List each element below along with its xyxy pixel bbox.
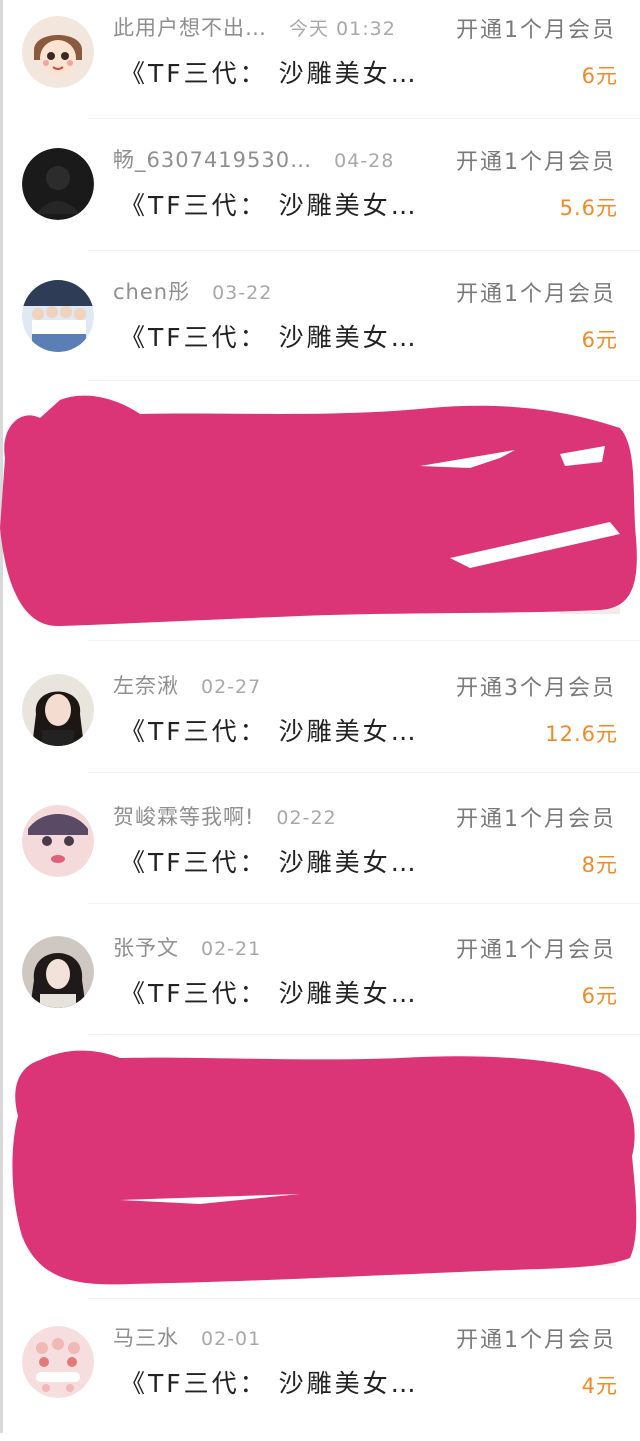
dark-photo-avatar-icon[interactable] <box>22 148 94 220</box>
username[interactable]: chen彤 <box>113 280 190 304</box>
girl-portrait-avatar-icon[interactable] <box>22 674 94 746</box>
divider <box>88 380 640 381</box>
divider <box>88 250 640 251</box>
price-label: 12.6元 <box>545 722 618 746</box>
timestamp: 02-22 <box>276 807 337 829</box>
divider <box>88 118 640 119</box>
username[interactable]: 马三水 <box>113 1326 179 1350</box>
purchase-item[interactable]: 贺峻霖等我啊! 02-22 《TF三代： 沙雕美女… 开通1个月会员 8元 <box>0 789 640 920</box>
divider <box>88 772 640 773</box>
username[interactable]: 张予文 <box>113 936 179 960</box>
work-title[interactable]: 《TF三代： 沙雕美女… <box>120 318 419 354</box>
timestamp: 02-01 <box>201 1328 262 1350</box>
membership-plan: 开通1个月会员 <box>456 282 616 307</box>
price-label: 8元 <box>581 853 618 877</box>
redaction-scribble <box>0 388 640 634</box>
username[interactable]: 畅_6307419530… <box>113 148 312 172</box>
work-title[interactable]: 《TF三代： 沙雕美女… <box>120 843 419 879</box>
username[interactable]: 此用户想不出… <box>113 16 267 40</box>
divider <box>88 640 640 641</box>
purchase-item[interactable]: 畅_6307419530… 04-28 《TF三代： 沙雕美女… 开通1个月会员 … <box>0 132 640 263</box>
membership-plan: 开通3个月会员 <box>456 676 616 701</box>
purchase-item[interactable]: 马三水 02-01 《TF三代： 沙雕美女… 开通1个月会员 4元 <box>0 1310 640 1441</box>
girl-dark-hair-avatar-icon[interactable] <box>22 936 94 1008</box>
username[interactable]: 贺峻霖等我啊! <box>113 805 254 829</box>
divider <box>88 1298 640 1299</box>
price-label: 6元 <box>581 328 618 352</box>
timestamp: 02-27 <box>201 676 262 698</box>
pink-happy-avatar-icon[interactable] <box>22 1326 94 1398</box>
timestamp: 今天 01:32 <box>289 18 396 40</box>
divider <box>88 903 640 904</box>
membership-plan: 开通1个月会员 <box>456 18 616 43</box>
work-title[interactable]: 《TF三代： 沙雕美女… <box>120 712 419 748</box>
price-label: 5.6元 <box>559 196 618 220</box>
purchase-item[interactable]: 张予文 02-21 《TF三代： 沙雕美女… 开通1个月会员 6元 <box>0 920 640 1051</box>
price-label: 6元 <box>581 64 618 88</box>
timestamp: 04-28 <box>334 150 395 172</box>
work-title[interactable]: 《TF三代： 沙雕美女… <box>120 1364 419 1400</box>
divider <box>88 1034 640 1035</box>
membership-plan: 开通1个月会员 <box>456 938 616 963</box>
work-title[interactable]: 《TF三代： 沙雕美女… <box>120 186 419 222</box>
redaction-scribble <box>0 1046 640 1292</box>
work-title[interactable]: 《TF三代： 沙雕美女… <box>120 974 419 1010</box>
group-photo-avatar-icon[interactable] <box>22 280 94 352</box>
purchase-item[interactable]: 左奈湫 02-27 《TF三代： 沙雕美女… 开通3个月会员 12.6元 <box>0 658 640 789</box>
face-closeup-avatar-icon[interactable] <box>22 805 94 877</box>
work-title[interactable]: 《TF三代： 沙雕美女… <box>120 54 419 90</box>
timestamp: 02-21 <box>201 938 262 960</box>
purchase-item[interactable]: chen彤 03-22 《TF三代： 沙雕美女… 开通1个月会员 6元 <box>0 264 640 395</box>
price-label: 4元 <box>581 1374 618 1398</box>
timestamp: 03-22 <box>212 282 273 304</box>
username[interactable]: 左奈湫 <box>113 674 179 698</box>
membership-plan: 开通1个月会员 <box>456 807 616 832</box>
membership-plan: 开通1个月会员 <box>456 1328 616 1353</box>
cartoon-girl-avatar-icon[interactable] <box>22 16 94 88</box>
purchase-item[interactable]: 此用户想不出… 今天 01:32 《TF三代： 沙雕美女… 开通1个月会员 6元 <box>0 0 640 131</box>
membership-plan: 开通1个月会员 <box>456 150 616 175</box>
price-label: 6元 <box>581 984 618 1008</box>
